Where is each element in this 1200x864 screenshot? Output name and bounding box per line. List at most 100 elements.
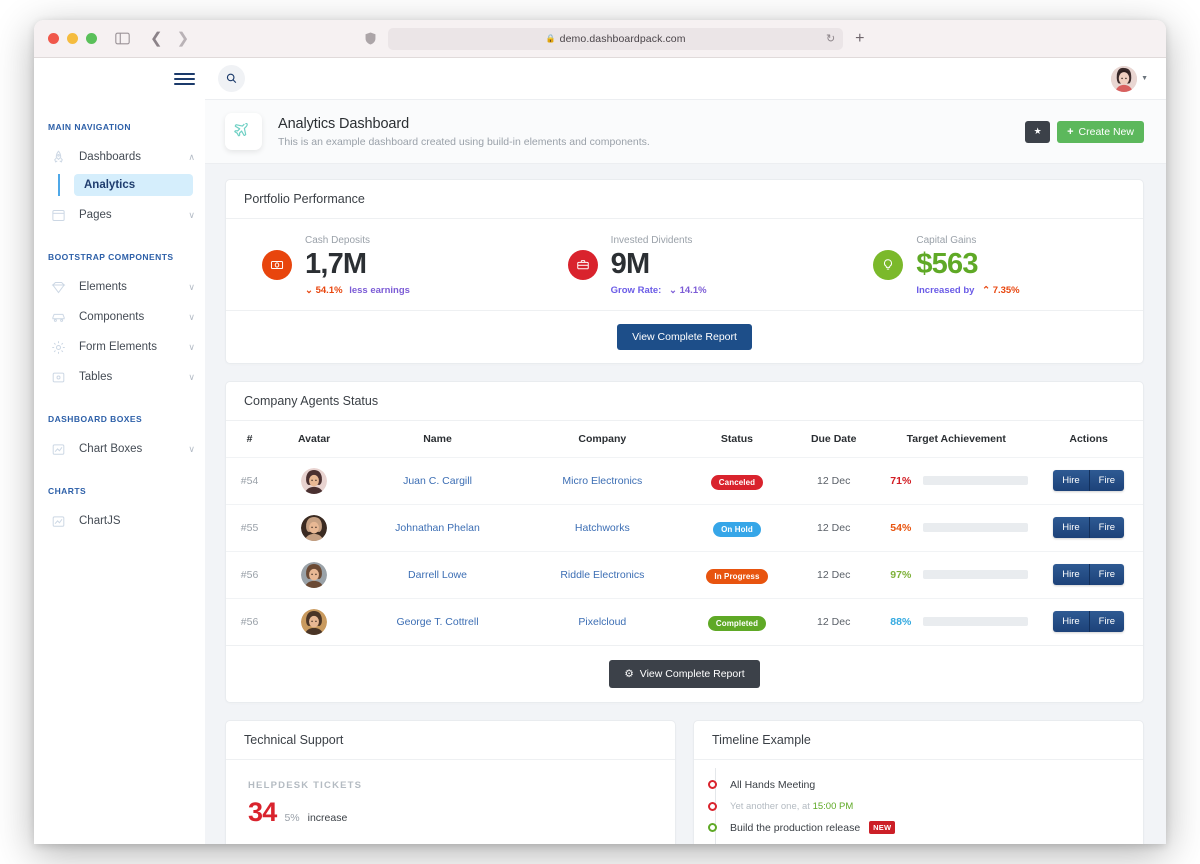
nav-back-icon[interactable]: ❮ [150,31,163,46]
avatar[interactable] [1111,65,1138,92]
card-title: Portfolio Performance [226,180,1143,219]
target-pct: 88% [890,615,912,628]
sidebar-item-elements[interactable]: Elements ∨ [34,272,205,302]
fire-button[interactable]: Fire [1088,611,1125,633]
cell-company[interactable]: Pixelcloud [519,597,685,645]
table-row: #56 George T. Cottrell Pixelcloud Completed… [226,597,1143,645]
view-complete-report-button[interactable]: ⚙ View Complete Report [609,659,760,688]
timeline-text: All Hands Meeting [730,778,816,791]
chevron-down-icon[interactable]: ▼ [1141,75,1148,82]
avatar[interactable] [301,467,328,494]
target-pct: 71% [890,474,912,487]
cell-company[interactable]: Micro Electronics [519,456,685,505]
cell-avatar [273,597,356,645]
progress-bar [923,523,1029,533]
metric-cash-deposits: Cash Deposits 1,7M ⌄ 54.1% less earnings [226,235,532,296]
url-bar[interactable]: 🔒 demo.dashboardpack.com ↻ [388,27,844,50]
sidebar-item-tables[interactable]: Tables ∨ [34,362,205,392]
bottom-row: Technical Support HELPDESK TICKETS 34 5%… [225,719,1144,844]
column-header-status: Status [720,432,754,445]
avatar[interactable] [301,514,328,541]
shield-icon[interactable] [365,32,376,45]
reload-icon[interactable]: ↻ [826,32,835,45]
minimize-window-button[interactable] [67,33,78,44]
sidebar-subnav-dashboards: Analytics [58,174,205,196]
cell-avatar [273,550,356,599]
sidebar-item-analytics[interactable]: Analytics [74,174,193,196]
page-band: Analytics Dashboard This is an example d… [205,100,1166,164]
page-actions: ★ + Create New [1025,120,1144,143]
content-scroll[interactable]: Portfolio Performance Cash Deposits 1,7M… [205,164,1166,844]
timeline-item[interactable]: Yet another one, at 15:00 PM [694,795,1143,817]
column-header-actions: Actions [1069,432,1108,445]
timeline-item[interactable]: Something not important [694,838,1143,844]
sidebar-item-label: ChartJS [79,515,121,527]
sidebar-item-label: Components [79,311,145,323]
cell-company[interactable]: Riddle Electronics [519,550,685,599]
cell-name[interactable]: Johnathan Phelan [355,503,520,552]
hamburger-icon[interactable] [174,68,196,90]
lock-icon: 🔒 [545,34,556,43]
table-row: #55 Johnathan Phelan Hatchworks On Hold 12 D… [226,503,1143,552]
cell-name[interactable]: Juan C. Cargill [355,456,520,505]
progress-bar [923,570,1029,580]
metric-arrow-icon: ⌄ [305,284,313,296]
sidebar-item-label: Tables [79,371,113,383]
new-tab-icon[interactable]: + [855,30,864,47]
window-icon [48,205,68,225]
sidebar-item-form-elements[interactable]: Form Elements ∨ [34,332,205,362]
column-header-due-date: Due Date [810,432,857,445]
star-button[interactable]: ★ [1025,120,1051,143]
sidebar-item-chart-boxes[interactable]: Chart Boxes ∨ [34,434,205,464]
timeline-item[interactable]: Build the production release NEW [694,817,1143,839]
create-new-button[interactable]: + Create New [1057,120,1144,143]
timeline-body: All Hands Meeting Yet another one, at 15:… [694,760,1143,844]
avatar[interactable] [301,608,328,635]
cell-due-date: 12 Dec [789,456,879,505]
timeline-text: Build the production release [730,821,861,834]
timeline-dot-icon [708,801,717,811]
hire-button[interactable]: Hire [1053,564,1089,586]
view-complete-report-button[interactable]: View Complete Report [617,323,752,350]
column-header-id: # [246,432,253,445]
sidebar-item-label: Dashboards [79,151,142,163]
car-icon [48,307,68,327]
nav-forward-icon[interactable]: ❯ [177,31,190,46]
cell-status: Completed [684,597,790,645]
cell-avatar [273,503,356,552]
sidebar-toggle-icon[interactable] [115,32,130,45]
metric-sub-text: less earnings [349,284,410,296]
cell-id: #55 [226,503,274,552]
new-badge: NEW [869,821,896,835]
cell-name[interactable]: Darrell Lowe [355,550,520,599]
cell-name[interactable]: George T. Cottrell [355,597,520,645]
timeline-item[interactable]: All Hands Meeting [694,774,1143,796]
sidebar-subitem-label: Analytics [84,179,136,191]
avatar[interactable] [301,561,328,588]
timeline-time: 15:00 PM [812,800,854,812]
table-head: # Avatar Name Company Status Due Date Ta… [226,421,1143,458]
hire-button[interactable]: Hire [1053,517,1089,539]
fire-button[interactable]: Fire [1088,470,1125,492]
fire-button[interactable]: Fire [1088,564,1125,586]
sidebar-item-components[interactable]: Components ∨ [34,302,205,332]
metric-invested-dividents: Invested Dividents 9M Grow Rate: ⌄ 14.1% [532,235,838,296]
chevron-down-icon: ∨ [188,341,195,352]
helpdesk-delta-word: increase [307,811,348,824]
fire-button[interactable]: Fire [1088,517,1125,539]
close-window-button[interactable] [48,33,59,44]
hire-button[interactable]: Hire [1053,470,1089,492]
sidebar-item-chartjs[interactable]: ChartJS [34,506,205,536]
agents-footer: ⚙ View Complete Report [226,644,1143,702]
hire-button[interactable]: Hire [1053,611,1089,633]
rocket-icon [48,147,68,167]
sidebar: MAIN NAVIGATION Dashboards ∧ Analytics P… [34,58,205,844]
search-icon[interactable] [218,65,245,92]
sidebar-item-dashboards[interactable]: Dashboards ∧ [34,142,205,172]
technical-support-card: Technical Support HELPDESK TICKETS 34 5%… [225,719,676,844]
company-agents-status-card: Company Agents Status # Avatar Name Comp… [225,380,1144,703]
maximize-window-button[interactable] [86,33,97,44]
sidebar-item-pages[interactable]: Pages ∨ [34,200,205,230]
cell-company[interactable]: Hatchworks [519,503,685,552]
helpdesk-label: HELPDESK TICKETS [248,779,363,791]
